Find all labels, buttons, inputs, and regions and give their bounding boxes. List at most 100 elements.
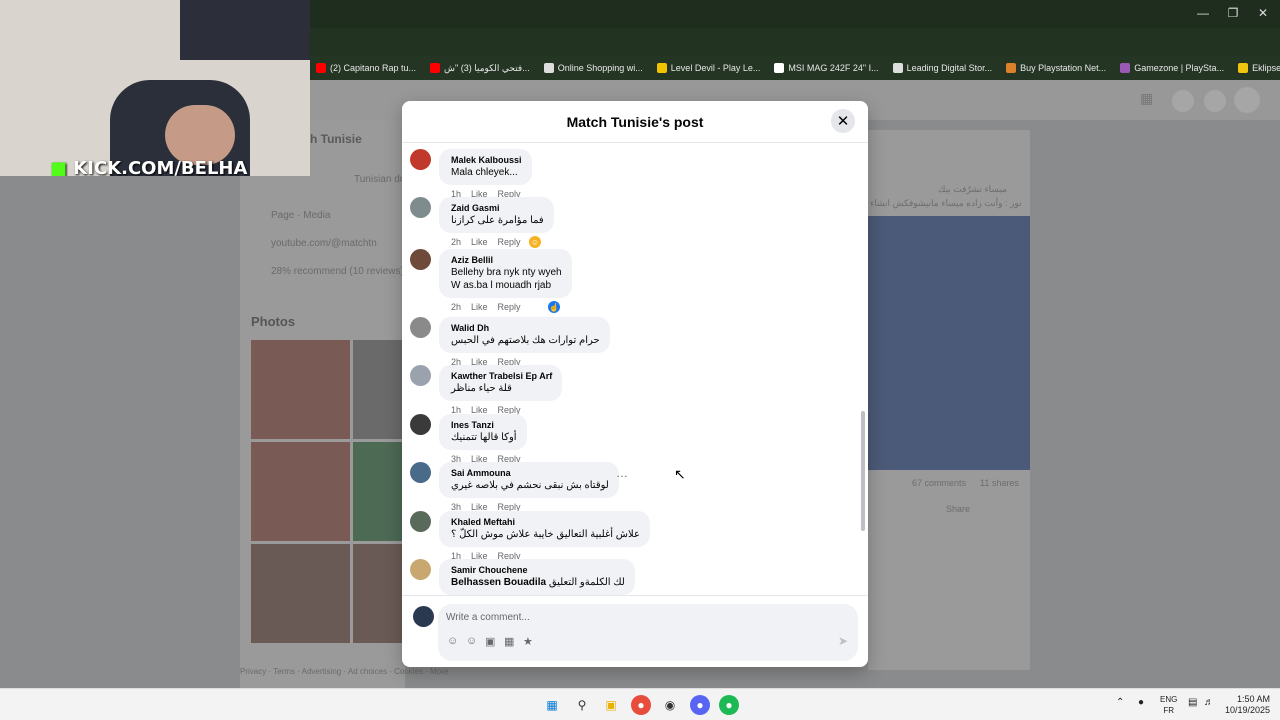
photo-thumb[interactable] bbox=[251, 442, 350, 541]
photo-thumb[interactable] bbox=[251, 544, 350, 643]
modal-header: Match Tunisie's post ✕ bbox=[402, 101, 868, 143]
comment-actions: 2h Like Reply bbox=[451, 302, 521, 312]
comment-text: أوكا قالها تتمنيك bbox=[451, 432, 517, 443]
bookmark-item[interactable]: MSI MAG 242F 24" I... bbox=[774, 63, 879, 73]
comment-actions: 2h Like Reply bbox=[451, 237, 521, 247]
bookmark-item[interactable]: Gamezone | PlaySta... bbox=[1120, 63, 1224, 73]
windows-start-icon[interactable]: ▦ bbox=[542, 695, 562, 715]
comment-author[interactable]: Kawther Trabelsi Ep Arf bbox=[451, 370, 552, 382]
comment-input-box[interactable]: Write a comment... ☺ ☺ ▣ ▦ ★ ➤ bbox=[438, 604, 858, 661]
bookmark-label: MSI MAG 242F 24" I... bbox=[788, 63, 879, 73]
sticker-icon[interactable]: ★ bbox=[523, 635, 533, 648]
search-icon[interactable]: ⚲ bbox=[572, 695, 592, 715]
bookmark-label: Gamezone | PlaySta... bbox=[1134, 63, 1225, 73]
comment-author[interactable]: Malek Kalboussi bbox=[451, 154, 522, 166]
commenter-avatar[interactable] bbox=[410, 511, 431, 532]
comment-time[interactable]: 2h bbox=[451, 302, 461, 312]
close-window-icon[interactable]: ✕ bbox=[1248, 6, 1278, 20]
bookmark-item[interactable]: (2) Capitano Rap tu... bbox=[316, 63, 416, 73]
spotify-icon[interactable]: ● bbox=[719, 695, 739, 715]
reply-button[interactable]: Reply bbox=[498, 302, 521, 312]
commenter-avatar[interactable] bbox=[410, 197, 431, 218]
shares-count[interactable]: 11 shares bbox=[980, 478, 1019, 488]
comment-options-icon[interactable]: … bbox=[616, 466, 628, 480]
language-secondary: FR bbox=[1163, 706, 1174, 715]
close-modal-button[interactable]: ✕ bbox=[831, 109, 855, 133]
minimize-icon[interactable]: — bbox=[1188, 6, 1218, 20]
discord-icon[interactable]: ● bbox=[690, 695, 710, 715]
bookmark-label: Buy Playstation Net... bbox=[1020, 63, 1107, 73]
page-recommend[interactable]: 28% recommend (10 reviews) bbox=[271, 266, 404, 277]
notifications-icon[interactable] bbox=[1204, 90, 1226, 112]
streamer-head bbox=[165, 105, 235, 165]
bookmark-item[interactable]: Leading Digital Stor... bbox=[892, 63, 992, 73]
avatar-sticker-icon[interactable]: ☺ bbox=[447, 635, 458, 647]
microphone-icon[interactable]: ● bbox=[1138, 697, 1144, 708]
comment-time[interactable]: 2h bbox=[451, 237, 461, 247]
comments-scrollbar[interactable] bbox=[861, 411, 865, 531]
comment-input[interactable]: Write a comment... bbox=[446, 612, 530, 623]
commenter-avatar[interactable] bbox=[410, 462, 431, 483]
commenter-avatar[interactable] bbox=[410, 317, 431, 338]
bookmark-item[interactable]: Level Devil - Play Le... bbox=[656, 63, 760, 73]
send-icon[interactable]: ➤ bbox=[838, 634, 848, 648]
comment-text: قلة حياء مناظر bbox=[451, 383, 512, 394]
share-button[interactable]: Share bbox=[946, 504, 970, 514]
apps-grid-icon[interactable]: ▦ bbox=[1140, 90, 1162, 112]
commenter-avatar[interactable] bbox=[410, 559, 431, 580]
network-icon[interactable]: ▤ bbox=[1188, 697, 1197, 708]
comment-bubble: Walid Dh حرام توارات هك بلاصتهم في الحبس bbox=[439, 317, 610, 353]
commenter-avatar[interactable] bbox=[410, 365, 431, 386]
account-avatar[interactable] bbox=[1234, 87, 1260, 113]
windows-taskbar: ▦ ⚲ ▣ ● ◉ ● ● ⌃ ● ENG FR ▤ ♬ 1:50 AM 10/… bbox=[0, 688, 1280, 720]
like-icon[interactable]: ☝ bbox=[548, 301, 560, 313]
emoji-icon[interactable]: ☺ bbox=[466, 635, 477, 647]
comments-count[interactable]: 67 comments bbox=[912, 478, 966, 488]
bookmark-item[interactable]: Eklipse - Convert Tw... bbox=[1238, 63, 1280, 73]
comment-bubble: Malek Kalboussi Mala chleyek... bbox=[439, 149, 532, 185]
page-link[interactable]: youtube.com/@matchtn bbox=[271, 238, 377, 249]
system-clock[interactable]: 1:50 AM 10/19/2025 bbox=[1225, 694, 1270, 716]
bookmark-item[interactable]: Online Shopping wi... bbox=[543, 63, 643, 73]
comment-composer: Write a comment... ☺ ☺ ▣ ▦ ★ ➤ bbox=[402, 595, 868, 667]
photos-title: Photos bbox=[251, 314, 296, 329]
gif-icon[interactable]: ▦ bbox=[504, 635, 514, 648]
tray-chevron-icon[interactable]: ⌃ bbox=[1116, 697, 1124, 708]
camera-icon[interactable]: ▣ bbox=[485, 635, 495, 648]
chrome-icon[interactable]: ● bbox=[631, 695, 651, 715]
tagged-user[interactable]: Belhassen Bouadila bbox=[451, 577, 546, 588]
modal-title: Match Tunisie's post bbox=[566, 113, 704, 130]
commenter-avatar[interactable] bbox=[410, 149, 431, 170]
bookmark-label: Online Shopping wi... bbox=[557, 63, 643, 73]
reply-button[interactable]: Reply bbox=[498, 237, 521, 247]
messenger-icon[interactable] bbox=[1172, 90, 1194, 112]
commenter-avatar[interactable] bbox=[410, 249, 431, 270]
comment-author[interactable]: Zaid Gasmi bbox=[451, 202, 544, 214]
comment-text: فما مؤامرة على كرازنا bbox=[451, 215, 544, 226]
comment-author[interactable]: Samir Chouchene bbox=[451, 564, 625, 576]
comment-author[interactable]: Walid Dh bbox=[451, 322, 600, 334]
comment-author[interactable]: Ines Tanzi bbox=[451, 419, 517, 431]
page-subtitle: Tunisian dr bbox=[354, 174, 404, 185]
file-explorer-icon[interactable]: ▣ bbox=[601, 695, 621, 715]
like-button[interactable]: Like bbox=[471, 237, 488, 247]
close-icon: ✕ bbox=[836, 113, 850, 130]
restore-icon[interactable]: ❐ bbox=[1218, 6, 1248, 20]
comment-bubble: Kawther Trabelsi Ep Arf قلة حياء مناظر bbox=[439, 365, 563, 401]
msi-icon bbox=[774, 63, 785, 73]
volume-icon[interactable]: ♬ bbox=[1204, 697, 1214, 708]
comment-author[interactable]: Khaled Meftahi bbox=[451, 516, 640, 528]
obs-icon[interactable]: ◉ bbox=[660, 695, 680, 715]
commenter-avatar[interactable] bbox=[410, 414, 431, 435]
post-image[interactable] bbox=[868, 216, 1030, 470]
comment-author[interactable]: Aziz Bellil bbox=[451, 254, 562, 266]
kick-channel-name: KICK.COM/BELHA bbox=[73, 158, 248, 176]
page-category: Page · Media bbox=[271, 210, 331, 221]
like-button[interactable]: Like bbox=[471, 302, 488, 312]
haha-icon[interactable]: ☺ bbox=[529, 236, 541, 248]
language-indicator[interactable]: ENG FR bbox=[1160, 694, 1177, 716]
bookmark-item[interactable]: Buy Playstation Net... bbox=[1006, 63, 1106, 73]
comment-author[interactable]: Sai Ammouna bbox=[451, 467, 609, 479]
photo-thumb[interactable] bbox=[251, 340, 350, 439]
bookmark-item[interactable]: فتحي الكوميا (3) "ش... bbox=[430, 63, 530, 74]
